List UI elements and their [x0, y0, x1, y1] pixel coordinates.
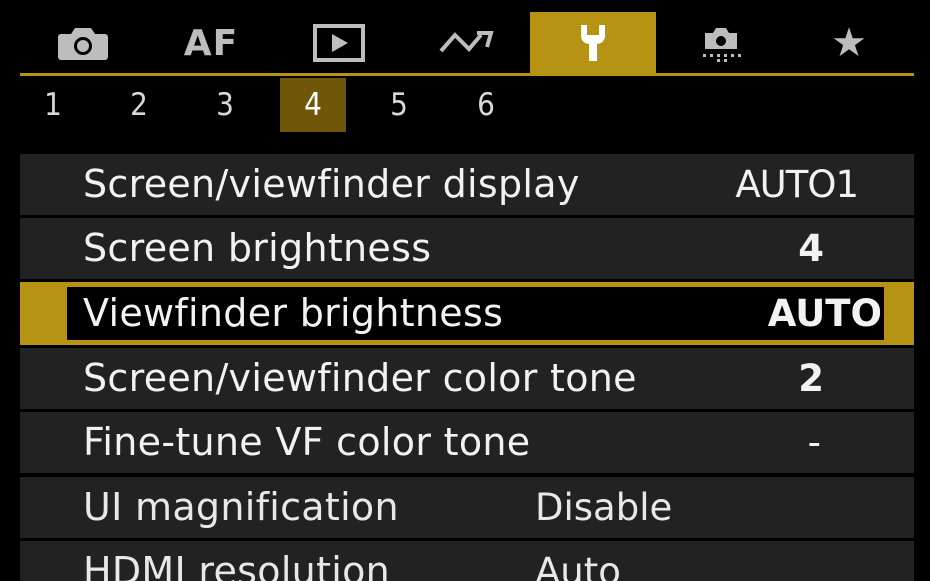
tab-playback[interactable] [276, 12, 402, 74]
custom-shooting-icon [697, 23, 745, 63]
page-3[interactable]: 3 [192, 78, 258, 132]
page-selector: 1 2 3 4 5 6 [20, 78, 914, 132]
page-1[interactable]: 1 [20, 78, 86, 132]
tab-wireless[interactable] [404, 12, 530, 74]
menu-item-value: AUTO [767, 292, 882, 335]
playback-icon [313, 24, 365, 62]
page-2[interactable]: 2 [106, 78, 172, 132]
wireless-icon [437, 27, 497, 59]
menu-item-label: Screen brightness [83, 226, 432, 270]
tab-my-menu[interactable]: ★ [786, 12, 912, 74]
menu-item-viewfinder-brightness[interactable]: Viewfinder brightness AUTO [20, 282, 914, 345]
camera-icon [57, 24, 109, 62]
tab-shooting[interactable] [20, 12, 146, 74]
menu-item-screen-viewfinder-color-tone[interactable]: Screen/viewfinder color tone 2 [20, 348, 914, 409]
af-icon: AF [183, 22, 239, 64]
menu-item-value: AUTO1 [735, 163, 859, 206]
menu-item-value: 4 [798, 227, 824, 270]
menu-item-screen-viewfinder-display[interactable]: Screen/viewfinder display AUTO1 [20, 154, 914, 215]
star-icon: ★ [831, 20, 867, 66]
menu-item-label: Fine-tune VF color tone [83, 420, 531, 464]
tab-af[interactable]: AF [148, 12, 274, 74]
page-5[interactable]: 5 [366, 78, 432, 132]
menu-item-ui-magnification[interactable]: UI magnification Disable [20, 477, 914, 538]
menu-item-label: Viewfinder brightness [83, 291, 504, 335]
menu-item-fine-tune-vf-color-tone[interactable]: Fine-tune VF color tone - [20, 412, 914, 473]
page-4[interactable]: 4 [280, 78, 346, 132]
page-6[interactable]: 6 [453, 78, 519, 132]
tab-custom-functions[interactable] [658, 12, 784, 74]
menu-item-screen-brightness[interactable]: Screen brightness 4 [20, 218, 914, 279]
menu-item-hdmi-resolution[interactable]: HDMI resolution Auto [20, 541, 914, 581]
menu-item-label: HDMI resolution [83, 549, 391, 581]
menu-item-value: 2 [798, 357, 824, 400]
wrench-icon [575, 23, 611, 63]
menu-item-value: - [807, 421, 821, 464]
menu-item-value: Auto [535, 550, 621, 581]
menu-item-label: Screen/viewfinder display [83, 162, 580, 206]
menu-item-label: UI magnification [83, 485, 399, 529]
menu-item-value: Disable [535, 486, 673, 529]
tab-underline [20, 73, 914, 76]
menu-item-label: Screen/viewfinder color tone [83, 356, 637, 400]
menu-tab-bar: AF ★ [20, 12, 914, 74]
tab-setup[interactable] [530, 12, 656, 74]
selection-highlight: Viewfinder brightness AUTO [67, 287, 884, 340]
